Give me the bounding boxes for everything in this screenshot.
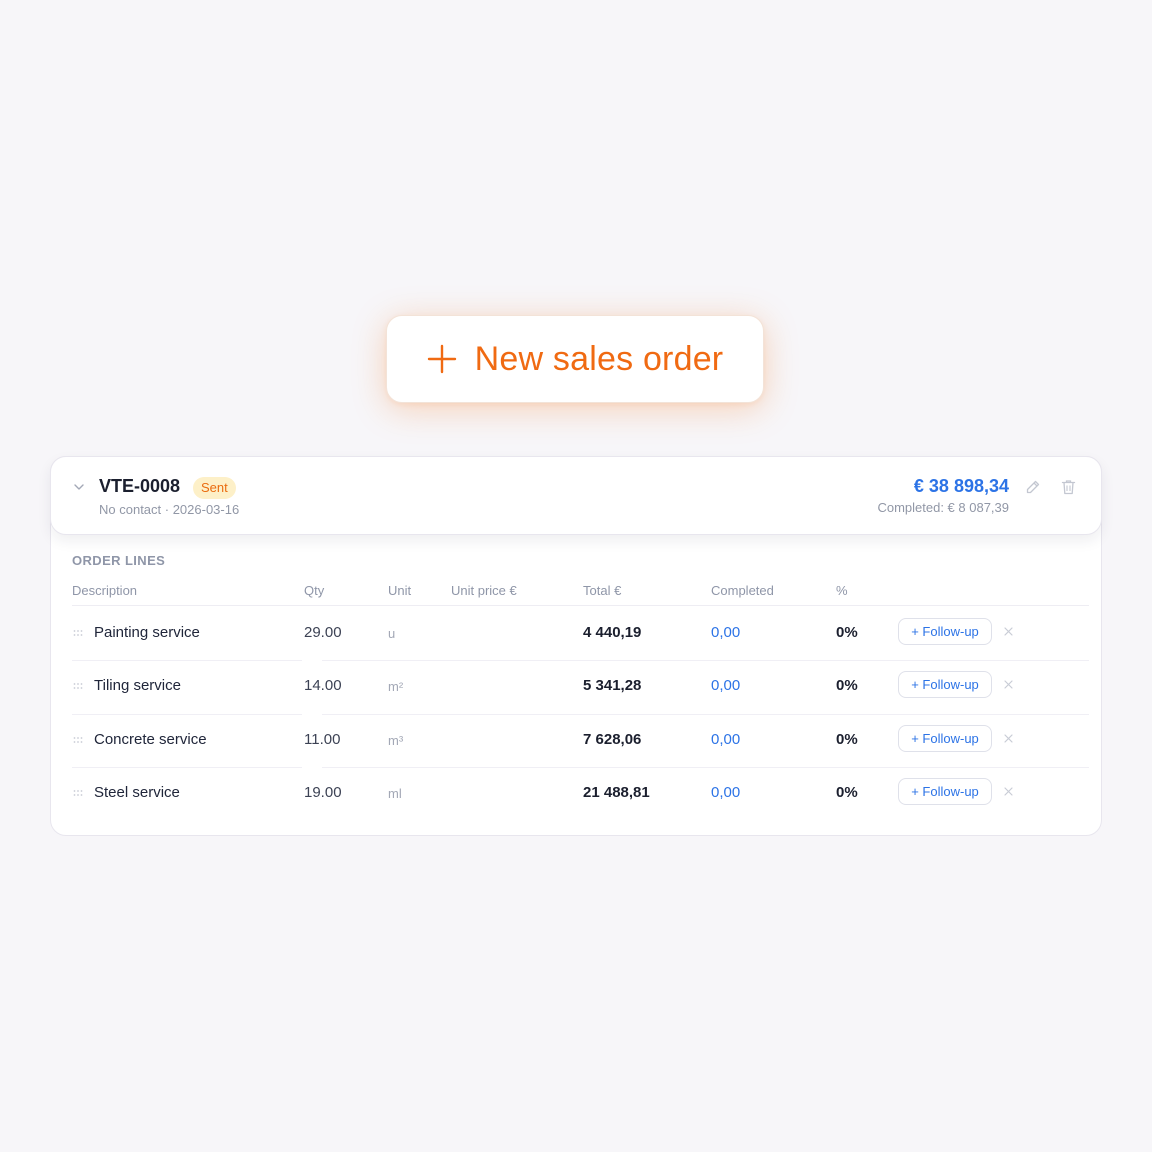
line-unit[interactable]: m² xyxy=(388,679,403,694)
row-divider xyxy=(72,714,1089,715)
drag-handle-icon[interactable] xyxy=(73,629,83,637)
table-row: Painting service 29.00 u 4 440,19 0,00 0% + Fo… xyxy=(51,607,1101,660)
line-completed[interactable]: 0,00 xyxy=(711,784,740,801)
order-meta: No contact · 2026-03-16 xyxy=(99,502,240,517)
line-description[interactable]: Steel service xyxy=(94,784,180,801)
page: New sales order VTE-0008 Sent No contact… xyxy=(0,0,1152,1152)
row-divider xyxy=(72,767,1089,768)
line-total: 7 628,06 xyxy=(583,731,642,748)
line-completed[interactable]: 0,00 xyxy=(711,731,740,748)
edit-icon[interactable] xyxy=(1025,479,1041,495)
table-row: Steel service 19.00 ml 21 488,81 0,00 0% + Fol… xyxy=(51,767,1101,820)
header-divider xyxy=(72,605,1089,606)
order-card: VTE-0008 Sent No contact · 2026-03-16 € … xyxy=(50,456,1102,836)
line-completed[interactable]: 0,00 xyxy=(711,624,740,641)
line-unit[interactable]: u xyxy=(388,626,395,641)
line-qty[interactable]: 29.00 xyxy=(304,624,342,641)
line-qty[interactable]: 14.00 xyxy=(304,677,342,694)
line-percent: 0% xyxy=(836,624,858,641)
line-completed[interactable]: 0,00 xyxy=(711,677,740,694)
column-header-completed: Completed xyxy=(711,583,774,598)
line-percent: 0% xyxy=(836,731,858,748)
status-badge: Sent xyxy=(193,477,236,499)
column-header-percent: % xyxy=(836,583,848,598)
follow-up-button[interactable]: + Follow-up xyxy=(898,778,992,805)
column-header-unit: Unit xyxy=(388,583,412,598)
line-total: 5 341,28 xyxy=(583,677,642,694)
new-sales-order-button[interactable]: New sales order xyxy=(386,315,764,403)
line-total: 21 488,81 xyxy=(583,784,650,801)
close-icon[interactable] xyxy=(1004,680,1013,689)
column-header-description: Description xyxy=(72,583,138,598)
line-description[interactable]: Tiling service xyxy=(94,677,181,694)
order-total: € 38 898,34 xyxy=(913,476,1009,496)
follow-up-button[interactable]: + Follow-up xyxy=(898,671,992,698)
order-completed: Completed: € 8 087,39 xyxy=(877,500,1009,515)
new-sales-order-label: New sales order xyxy=(474,339,724,378)
trash-icon[interactable] xyxy=(1061,479,1076,495)
close-icon[interactable] xyxy=(1004,734,1013,743)
section-title-order-lines: ORDER LINES xyxy=(72,553,166,568)
follow-up-button[interactable]: + Follow-up xyxy=(898,725,992,752)
row-divider xyxy=(72,660,1089,661)
line-unit[interactable]: ml xyxy=(388,786,402,801)
drag-handle-icon[interactable] xyxy=(73,736,83,744)
line-qty[interactable]: 11.00 xyxy=(304,731,340,748)
drag-handle-icon[interactable] xyxy=(73,789,83,797)
plus-icon xyxy=(427,344,456,374)
line-percent: 0% xyxy=(836,784,858,801)
drag-handle-icon[interactable] xyxy=(73,682,83,690)
order-header[interactable]: VTE-0008 Sent No contact · 2026-03-16 € … xyxy=(50,456,1102,535)
column-header-unit-price: Unit price € xyxy=(451,583,517,598)
line-qty[interactable]: 19.00 xyxy=(304,784,342,801)
chevron-down-icon[interactable] xyxy=(73,481,85,493)
table-row: Tiling service 14.00 m² 5 341,28 0,00 0% + Fol… xyxy=(51,660,1101,713)
column-header-qty: Qty xyxy=(304,583,325,598)
table-row: Concrete service 11.00 m³ 7 628,06 0,00 0% + F… xyxy=(51,714,1101,767)
line-unit[interactable]: m³ xyxy=(388,733,403,748)
close-icon[interactable] xyxy=(1004,627,1013,636)
line-description[interactable]: Painting service xyxy=(94,624,200,641)
line-percent: 0% xyxy=(836,677,858,694)
close-icon[interactable] xyxy=(1004,787,1013,796)
line-description[interactable]: Concrete service xyxy=(94,731,207,748)
order-id: VTE-0008 xyxy=(99,476,181,496)
column-header-total: Total € xyxy=(583,583,622,598)
line-total: 4 440,19 xyxy=(583,624,642,641)
follow-up-button[interactable]: + Follow-up xyxy=(898,618,992,645)
